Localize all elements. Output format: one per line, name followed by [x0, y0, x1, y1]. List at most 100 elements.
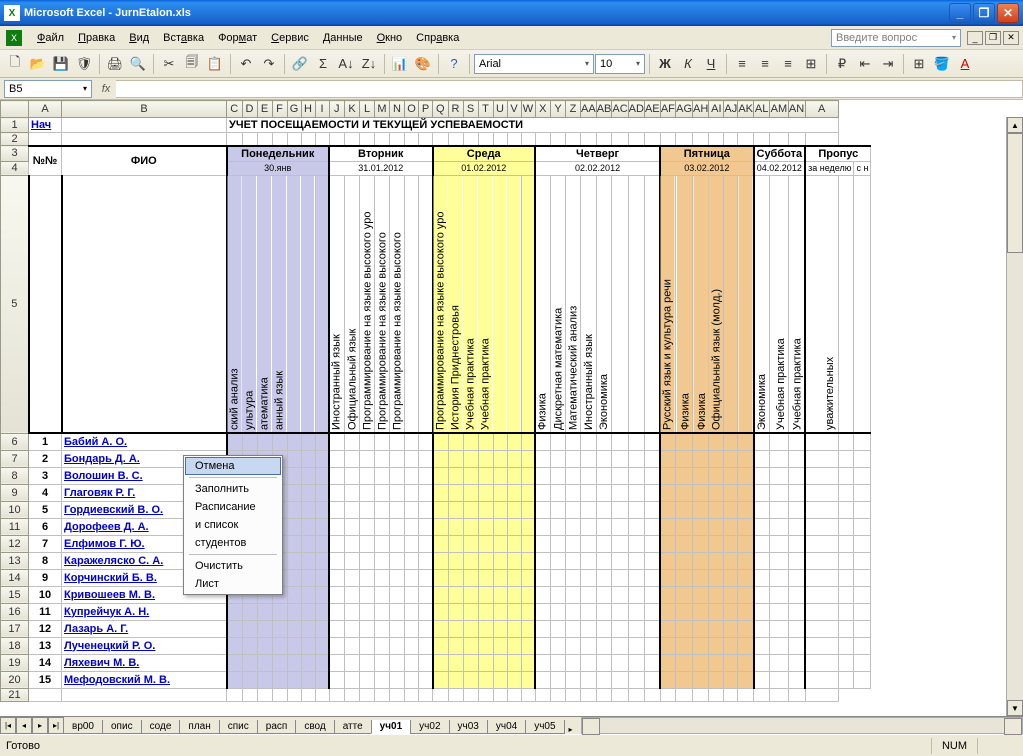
- grade-cell[interactable]: [433, 586, 449, 603]
- grade-cell[interactable]: [596, 569, 612, 586]
- grade-cell[interactable]: [507, 450, 521, 467]
- grade-cell[interactable]: [644, 603, 660, 620]
- grade-cell[interactable]: [301, 586, 315, 603]
- student-name-10[interactable]: Купрейчук А. Н.: [62, 603, 227, 620]
- autosum-button[interactable]: Σ: [312, 53, 334, 75]
- grade-cell[interactable]: [227, 433, 243, 450]
- grade-cell[interactable]: [660, 654, 676, 671]
- grade-cell[interactable]: [612, 535, 628, 552]
- sheet-tab-уч05[interactable]: уч05: [525, 720, 564, 734]
- grade-cell[interactable]: [478, 586, 493, 603]
- ctx-cancel[interactable]: Отмена: [185, 457, 281, 475]
- grade-cell[interactable]: [724, 671, 738, 688]
- grade-cell[interactable]: [360, 467, 375, 484]
- grade-cell[interactable]: [644, 586, 660, 603]
- save-button[interactable]: 💾: [50, 53, 72, 75]
- grade-cell[interactable]: [375, 467, 390, 484]
- grade-cell[interactable]: [405, 433, 419, 450]
- grade-cell[interactable]: [754, 484, 770, 501]
- col-header-AD[interactable]: AD: [628, 101, 644, 118]
- grade-cell[interactable]: [360, 586, 375, 603]
- grade-cell[interactable]: [660, 501, 676, 518]
- grade-cell[interactable]: [724, 654, 738, 671]
- grade-cell[interactable]: [375, 569, 390, 586]
- grade-cell[interactable]: [507, 671, 521, 688]
- grade-cell[interactable]: [390, 484, 405, 501]
- grade-cell[interactable]: [478, 603, 493, 620]
- col-header-AG[interactable]: AG: [676, 101, 693, 118]
- grade-cell[interactable]: [227, 620, 243, 637]
- sheet-tab-опис[interactable]: опис: [102, 720, 142, 734]
- grade-cell[interactable]: [521, 637, 535, 654]
- grade-cell[interactable]: [521, 654, 535, 671]
- grade-cell[interactable]: [329, 484, 345, 501]
- grade-cell[interactable]: [463, 552, 478, 569]
- sheet-tab-атте[interactable]: атте: [334, 720, 372, 734]
- grade-cell[interactable]: [581, 433, 597, 450]
- grade-cell[interactable]: [301, 518, 315, 535]
- grade-cell[interactable]: [612, 467, 628, 484]
- grade-cell[interactable]: [493, 569, 507, 586]
- grade-cell[interactable]: [676, 654, 693, 671]
- grade-cell[interactable]: [521, 518, 535, 535]
- col-header-K[interactable]: K: [345, 101, 360, 118]
- grade-cell[interactable]: [405, 450, 419, 467]
- grade-cell[interactable]: [507, 501, 521, 518]
- grade-cell[interactable]: [419, 586, 433, 603]
- grade-cell[interactable]: [301, 637, 315, 654]
- doc-minimize[interactable]: _: [967, 31, 983, 45]
- row-header-12[interactable]: 12: [1, 535, 29, 552]
- grade-cell[interactable]: [463, 637, 478, 654]
- col-header-O[interactable]: O: [405, 101, 419, 118]
- grade-cell[interactable]: [375, 620, 390, 637]
- grade-cell[interactable]: [612, 484, 628, 501]
- grade-cell[interactable]: [566, 535, 581, 552]
- grade-cell[interactable]: [644, 535, 660, 552]
- row-header-8[interactable]: 8: [1, 467, 29, 484]
- grade-cell[interactable]: [301, 671, 315, 688]
- grade-cell[interactable]: [521, 569, 535, 586]
- grade-cell[interactable]: [390, 535, 405, 552]
- grade-cell[interactable]: [644, 671, 660, 688]
- menu-data[interactable]: Данные: [316, 29, 370, 47]
- grade-cell[interactable]: [566, 467, 581, 484]
- grade-cell[interactable]: [581, 620, 597, 637]
- grade-cell[interactable]: [419, 535, 433, 552]
- grade-cell[interactable]: [448, 450, 463, 467]
- menu-help[interactable]: Справка: [409, 29, 466, 47]
- grade-cell[interactable]: [287, 433, 301, 450]
- grade-cell[interactable]: [315, 637, 329, 654]
- grade-cell[interactable]: [693, 552, 709, 569]
- grade-cell[interactable]: [329, 535, 345, 552]
- grade-cell[interactable]: [581, 569, 597, 586]
- grade-cell[interactable]: [788, 518, 805, 535]
- grade-cell[interactable]: [709, 603, 724, 620]
- grade-cell[interactable]: [676, 552, 693, 569]
- grade-cell[interactable]: [493, 586, 507, 603]
- col-header-Z[interactable]: Z: [566, 101, 581, 118]
- row-header-13[interactable]: 13: [1, 552, 29, 569]
- formula-input[interactable]: [116, 80, 1023, 98]
- grade-cell[interactable]: [754, 450, 770, 467]
- grade-cell[interactable]: [375, 433, 390, 450]
- grade-cell[interactable]: [551, 671, 566, 688]
- currency-button[interactable]: ₽: [831, 53, 853, 75]
- grade-cell[interactable]: [788, 484, 805, 501]
- grade-cell[interactable]: [644, 518, 660, 535]
- grade-cell[interactable]: [257, 433, 272, 450]
- grade-cell[interactable]: [535, 518, 551, 535]
- font-color-button[interactable]: A: [954, 53, 976, 75]
- grade-cell[interactable]: [360, 654, 375, 671]
- grade-cell[interactable]: [493, 450, 507, 467]
- merge-button[interactable]: ⊞: [800, 53, 822, 75]
- grade-cell[interactable]: [345, 586, 360, 603]
- grade-cell[interactable]: [628, 637, 644, 654]
- new-button[interactable]: 🗋: [4, 53, 26, 75]
- nav-link[interactable]: Нач: [31, 119, 51, 131]
- grade-cell[interactable]: [463, 450, 478, 467]
- grade-cell[interactable]: [375, 484, 390, 501]
- grade-cell[interactable]: [581, 501, 597, 518]
- grade-cell[interactable]: [709, 552, 724, 569]
- grade-cell[interactable]: [507, 433, 521, 450]
- grade-cell[interactable]: [724, 518, 738, 535]
